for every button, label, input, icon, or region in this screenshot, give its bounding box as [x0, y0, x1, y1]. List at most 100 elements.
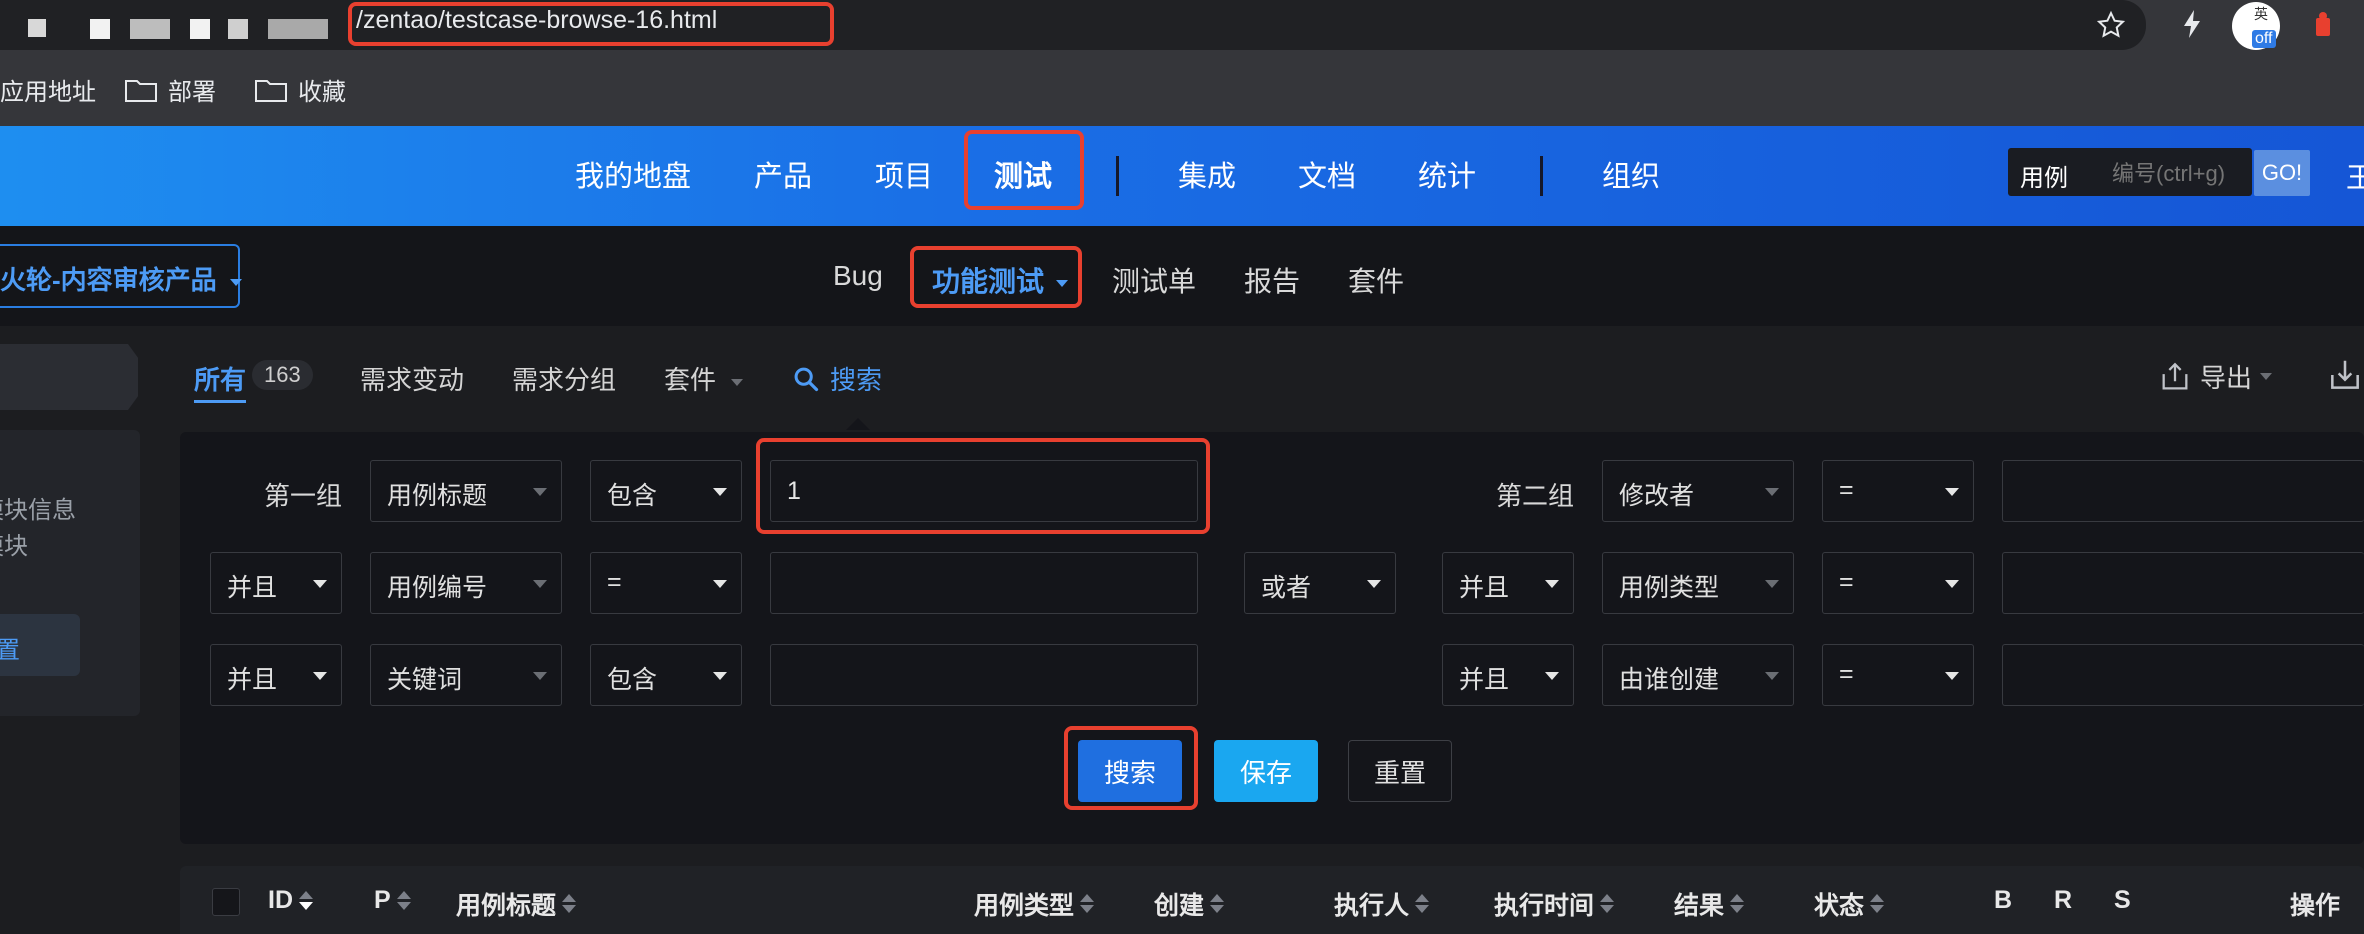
reset-button[interactable]: 重置 — [1348, 740, 1452, 802]
column-case-type[interactable]: 用例类型 — [974, 886, 1095, 922]
search-button[interactable]: 搜索 — [1078, 740, 1182, 802]
bookmark-app-address[interactable]: 应用地址 — [0, 72, 96, 107]
star-icon[interactable] — [2096, 10, 2126, 40]
nav-product[interactable]: 产品 — [754, 153, 812, 195]
tab-requirement-group[interactable]: 需求分组 — [512, 360, 616, 397]
url-text[interactable]: /zentao/testcase-browse-16.html — [356, 6, 717, 35]
row1-op2-select[interactable]: = — [1822, 460, 1974, 522]
column-b[interactable]: B — [1994, 886, 2012, 915]
sort-icon — [1210, 894, 1225, 914]
row1-op1-select[interactable]: 包含 — [590, 460, 742, 522]
column-label: P — [374, 886, 391, 914]
bookmark-deploy[interactable]: 部署 — [124, 72, 216, 107]
bolt-icon[interactable] — [2180, 8, 2204, 40]
row2-field2-select[interactable]: 用例类型 — [1602, 552, 1794, 614]
select-all-checkbox[interactable] — [212, 888, 240, 916]
row3-op1-select[interactable]: 包含 — [590, 644, 742, 706]
search-type-selector[interactable]: 用例 — [2020, 158, 2068, 193]
column-label: 用例标题 — [456, 892, 557, 920]
bookmark-label: 收藏 — [298, 79, 346, 106]
subnav-report[interactable]: 报告 — [1244, 260, 1300, 300]
nav-docs[interactable]: 文档 — [1298, 153, 1356, 195]
product-name[interactable]: 火轮-内容审核产品 — [0, 260, 242, 297]
tab-suite[interactable]: 套件 — [664, 360, 744, 397]
chevron-down-icon — [313, 580, 327, 588]
tab-search-label: 搜索 — [830, 365, 883, 395]
row2-join1-select[interactable]: 并且 — [210, 552, 342, 614]
row1-value2-input[interactable] — [2002, 460, 2364, 522]
user-avatar[interactable]: 王 — [2346, 156, 2364, 196]
search-icon — [794, 367, 819, 391]
column-case-title[interactable]: 用例标题 — [456, 886, 577, 922]
subnav-functional-test[interactable]: 功能测试 — [932, 260, 1068, 300]
address-bar[interactable] — [0, 0, 2146, 50]
chevron-down-icon — [1765, 580, 1779, 588]
row1-value1-input[interactable] — [770, 460, 1198, 522]
row2-value1-input[interactable] — [770, 552, 1198, 614]
sort-icon — [1870, 894, 1885, 914]
row3-field2-select[interactable]: 由谁创建 — [1602, 644, 1794, 706]
subnav-test-sheet[interactable]: 测试单 — [1112, 260, 1196, 300]
global-search-input[interactable] — [2112, 160, 2252, 188]
nav-statistics[interactable]: 统计 — [1418, 153, 1476, 195]
select-value: 关键词 — [387, 666, 463, 694]
column-s[interactable]: S — [2114, 886, 2131, 915]
select-value: 包含 — [607, 482, 658, 510]
row3-value2-input[interactable] — [2002, 644, 2364, 706]
row3-field1-select[interactable]: 关键词 — [370, 644, 562, 706]
module-breadcrumb-arrow[interactable] — [0, 344, 138, 410]
column-priority[interactable]: P — [374, 886, 411, 915]
nav-divider — [1116, 156, 1119, 196]
column-exec-time[interactable]: 执行时间 — [1494, 886, 1615, 922]
go-button[interactable]: GO! — [2254, 150, 2310, 196]
tabs-row — [0, 326, 2364, 426]
tab-search[interactable]: 搜索 — [792, 360, 882, 397]
subnav-bug[interactable]: Bug — [833, 260, 883, 292]
column-created[interactable]: 创建 — [1154, 886, 1225, 922]
sort-icon — [1080, 894, 1095, 914]
row2-value2-input[interactable] — [2002, 552, 2364, 614]
nav-divider — [1540, 156, 1543, 196]
tab-all[interactable]: 所有 — [194, 360, 246, 397]
row3-join2-select[interactable]: 并且 — [1442, 644, 1574, 706]
puzzle-icon[interactable] — [2310, 10, 2336, 40]
tab-suite-label: 套件 — [664, 365, 717, 395]
row3-value1-input[interactable] — [770, 644, 1198, 706]
row3-join1-select[interactable]: 并且 — [210, 644, 342, 706]
row2-join2-select[interactable]: 并且 — [1442, 552, 1574, 614]
group-relation-select[interactable]: 或者 — [1244, 552, 1396, 614]
chevron-down-icon — [1055, 280, 1068, 288]
extension-badge: off — [2252, 30, 2276, 48]
download-icon[interactable] — [2326, 356, 2364, 394]
nav-organization[interactable]: 组织 — [1602, 153, 1660, 195]
row1-field2-select[interactable]: 修改者 — [1602, 460, 1794, 522]
chevron-down-icon — [713, 580, 727, 588]
row1-field1-select[interactable]: 用例标题 — [370, 460, 562, 522]
row2-field1-select[interactable]: 用例编号 — [370, 552, 562, 614]
extension-icon[interactable]: 英 off — [2232, 2, 2280, 50]
tab-requirement-change[interactable]: 需求变动 — [360, 360, 464, 397]
select-value: = — [1839, 660, 1854, 688]
bookmark-favorites[interactable]: 收藏 — [254, 72, 346, 107]
chevron-down-icon — [1367, 580, 1381, 588]
column-result[interactable]: 结果 — [1674, 886, 1745, 922]
row2-op1-select[interactable]: = — [590, 552, 742, 614]
column-executor[interactable]: 执行人 — [1334, 886, 1430, 922]
tab-pointer — [846, 418, 870, 430]
save-button[interactable]: 保存 — [1214, 740, 1318, 802]
column-status[interactable]: 状态 — [1814, 886, 1885, 922]
subnav-suite[interactable]: 套件 — [1348, 260, 1404, 300]
row2-op2-select[interactable]: = — [1822, 552, 1974, 614]
nav-integration[interactable]: 集成 — [1178, 153, 1236, 195]
row3-op2-select[interactable]: = — [1822, 644, 1974, 706]
export-button[interactable]: 导出 — [2158, 358, 2273, 395]
nav-test[interactable]: 测试 — [994, 153, 1052, 195]
column-actions: 操作 — [2290, 892, 2341, 920]
bookmark-label: 部署 — [168, 79, 216, 106]
nav-project[interactable]: 项目 — [875, 153, 933, 195]
column-id[interactable]: ID — [268, 886, 313, 915]
select-value: 并且 — [227, 574, 278, 602]
nav-my-dashboard[interactable]: 我的地盘 — [575, 153, 691, 195]
chevron-down-icon — [1765, 672, 1779, 680]
column-r[interactable]: R — [2054, 886, 2072, 915]
